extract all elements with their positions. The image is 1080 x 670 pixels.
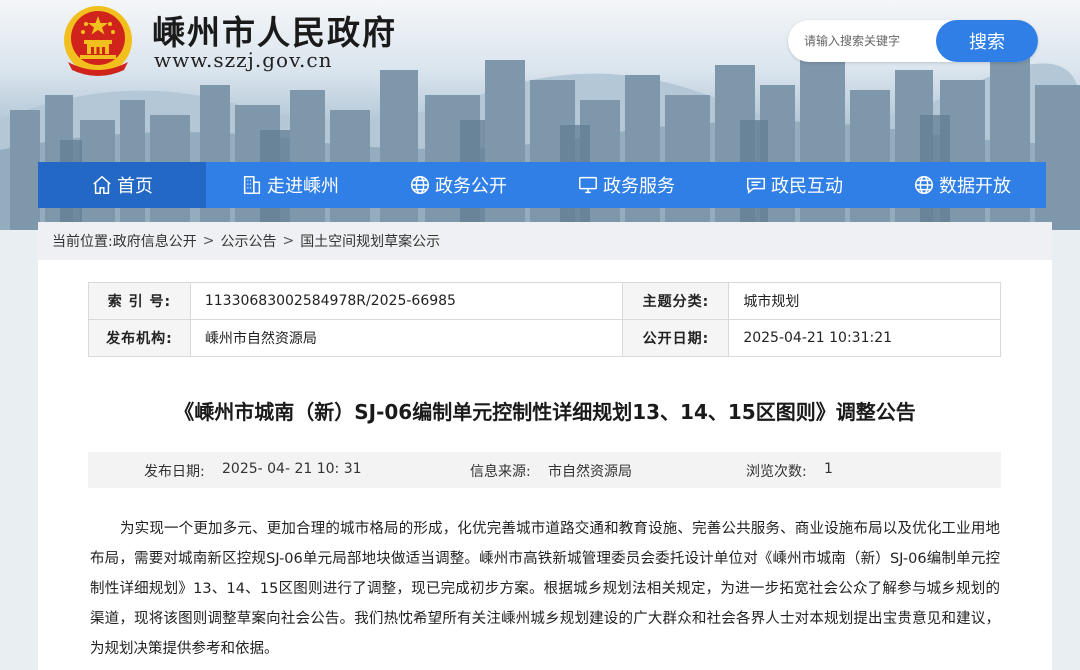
search-button[interactable]: 搜索 <box>936 20 1038 62</box>
nav-item-label: 首页 <box>117 176 153 197</box>
publisher-label: 发布机构: <box>88 319 191 357</box>
search-box: 搜索 <box>788 20 1038 62</box>
open-date-value: 2025-04-21 10:31:21 <box>728 319 1001 357</box>
breadcrumb-prefix: 当前位置: <box>52 234 113 250</box>
globe-icon <box>411 176 429 194</box>
meta-row: 发布机构: 嵊州市自然资源局 公开日期: 2025-04-21 10:31:21 <box>88 319 1001 357</box>
article-body: 为实现一个更加多元、更加合理的城市格局的形成，化优完善城市道路交通和教育设施、完… <box>90 521 1000 657</box>
home-icon <box>93 175 111 194</box>
nav-item-about[interactable]: 走进嵊州 <box>206 162 374 208</box>
index-value: 11330683002584978R/2025-66985 <box>189 282 624 320</box>
publisher-value: 嵊州市自然资源局 <box>189 319 624 357</box>
building-icon <box>243 176 261 194</box>
search-input[interactable] <box>788 20 938 62</box>
nav-item-open-data[interactable]: 数据开放 <box>878 162 1046 208</box>
nav-item-label: 数据开放 <box>939 176 1011 197</box>
content-panel: 当前位置: 政府信息公开 > 公示公告 > 国土空间规划草案公示 索 引 号: … <box>38 222 1052 670</box>
globe-icon <box>915 176 933 194</box>
article-info-bar: 发布日期: 2025- 04- 21 10: 31 信息来源: 市自然资源局 浏… <box>88 452 1001 488</box>
nav-item-gov-open[interactable]: 政务公开 <box>374 162 542 208</box>
monitor-icon <box>579 176 597 194</box>
breadcrumb-separator: > <box>282 233 295 249</box>
nav-item-label: 政务服务 <box>603 176 675 197</box>
nav-item-label: 政民互动 <box>771 176 843 197</box>
category-value: 城市规划 <box>728 282 1001 320</box>
meta-table: 索 引 号: 11330683002584978R/2025-66985 主题分… <box>88 282 1001 357</box>
open-date-label: 公开日期: <box>622 319 730 357</box>
views-label: 浏览次数: <box>746 464 807 480</box>
nav-item-label: 走进嵊州 <box>267 176 339 197</box>
nav-item-home[interactable]: 首页 <box>38 162 206 208</box>
breadcrumb-item-planning[interactable]: 国土空间规划草案公示 <box>300 231 440 251</box>
site-url: www.szzj.gov.cn <box>154 48 333 72</box>
publish-date-value: 2025- 04- 21 10: 31 <box>222 461 362 477</box>
nav-item-interaction[interactable]: 政民互动 <box>710 162 878 208</box>
meta-row: 索 引 号: 11330683002584978R/2025-66985 主题分… <box>88 282 1001 320</box>
breadcrumb: 当前位置: 政府信息公开 > 公示公告 > 国土空间规划草案公示 <box>38 222 1052 260</box>
publish-date-label: 发布日期: <box>144 464 205 480</box>
source-label: 信息来源: <box>470 464 531 480</box>
source-value: 市自然资源局 <box>548 464 632 480</box>
main-nav: 首页 走进嵊州 政务公开 政务服务 政民互动 数据开放 <box>38 162 1046 208</box>
breadcrumb-item-gov-info[interactable]: 政府信息公开 <box>113 231 197 251</box>
nav-item-gov-service[interactable]: 政务服务 <box>542 162 710 208</box>
nav-item-label: 政务公开 <box>435 176 507 197</box>
category-label: 主题分类: <box>622 282 730 320</box>
views-value: 1 <box>824 461 833 477</box>
chat-icon <box>747 177 765 194</box>
breadcrumb-item-announcements[interactable]: 公示公告 <box>220 231 276 251</box>
breadcrumb-separator: > <box>202 233 215 249</box>
article-title: 《嵊州市城南（新）SJ-06编制单元控制性详细规划13、14、15区图则》调整公… <box>174 400 916 424</box>
site-title: 嵊州市人民政府 <box>152 13 397 52</box>
index-label: 索 引 号: <box>88 282 191 320</box>
national-emblem-icon <box>64 6 132 76</box>
